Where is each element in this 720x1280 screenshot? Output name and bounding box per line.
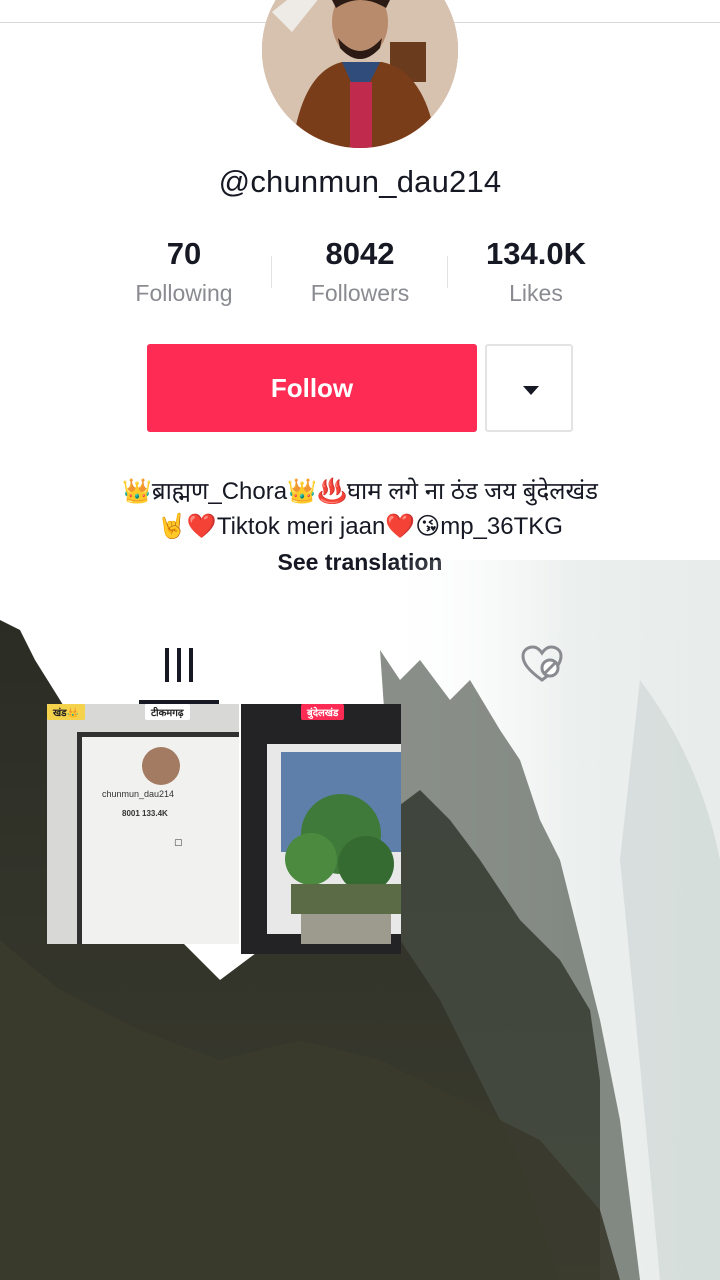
plant-image	[285, 794, 401, 944]
video-thumbnail-1[interactable]: खंड👑 टीकमगढ़ chunmun_dau214 8001 133.4K …	[47, 704, 239, 944]
more-options-button[interactable]	[485, 344, 573, 432]
thumbnail-badge-right: टीकमगढ़	[145, 704, 190, 720]
mini-avatar	[142, 747, 180, 785]
profile-username: @chunmun_dau214	[218, 164, 502, 199]
stat-following-label: Following	[135, 280, 233, 306]
stat-followers[interactable]: 8042 Followers	[272, 236, 448, 307]
video-thumbnail-2[interactable]: बुंदेलखंड	[241, 704, 401, 954]
stat-followers-label: Followers	[310, 280, 410, 306]
mini-username: chunmun_dau214	[102, 789, 175, 799]
bio-line-2: 🤘❤️Tiktok meri jaan❤️😘mp_36TKG	[157, 513, 563, 540]
profile-avatar[interactable]	[262, 0, 458, 148]
stat-likes-value: 134.0K	[486, 236, 586, 271]
thumbnail-badge-top: बुंदेलखंड	[301, 704, 345, 720]
videos-tab[interactable]	[163, 648, 195, 682]
thumbnail-frame: chunmun_dau214 8001 133.4K ▢	[77, 732, 239, 944]
caret-down-icon	[523, 386, 539, 395]
bio-line-1: 👑ब्राह्मण_Chora👑♨️घाम लगे ना ठंड जय बुंद…	[122, 478, 598, 505]
mini-stats: 8001 133.4K	[122, 809, 168, 818]
stat-followers-value: 8042	[325, 236, 395, 271]
stat-likes: 134.0K Likes	[448, 236, 624, 307]
follow-button[interactable]: Follow	[147, 344, 477, 432]
stat-following-value: 70	[166, 236, 202, 271]
stat-likes-label: Likes	[509, 280, 563, 306]
grid-icon-bar	[177, 648, 181, 682]
liked-videos-tab[interactable]	[520, 644, 564, 684]
bookmark-icon: ▢	[174, 837, 183, 847]
stat-following[interactable]: 70 Following	[96, 236, 272, 307]
grid-icon-bar	[189, 648, 193, 682]
avatar-photo	[262, 0, 458, 148]
hidden-heart-icon	[521, 645, 563, 682]
grid-icon	[165, 648, 169, 682]
thumbnail-badge-left: खंड👑	[47, 704, 85, 720]
